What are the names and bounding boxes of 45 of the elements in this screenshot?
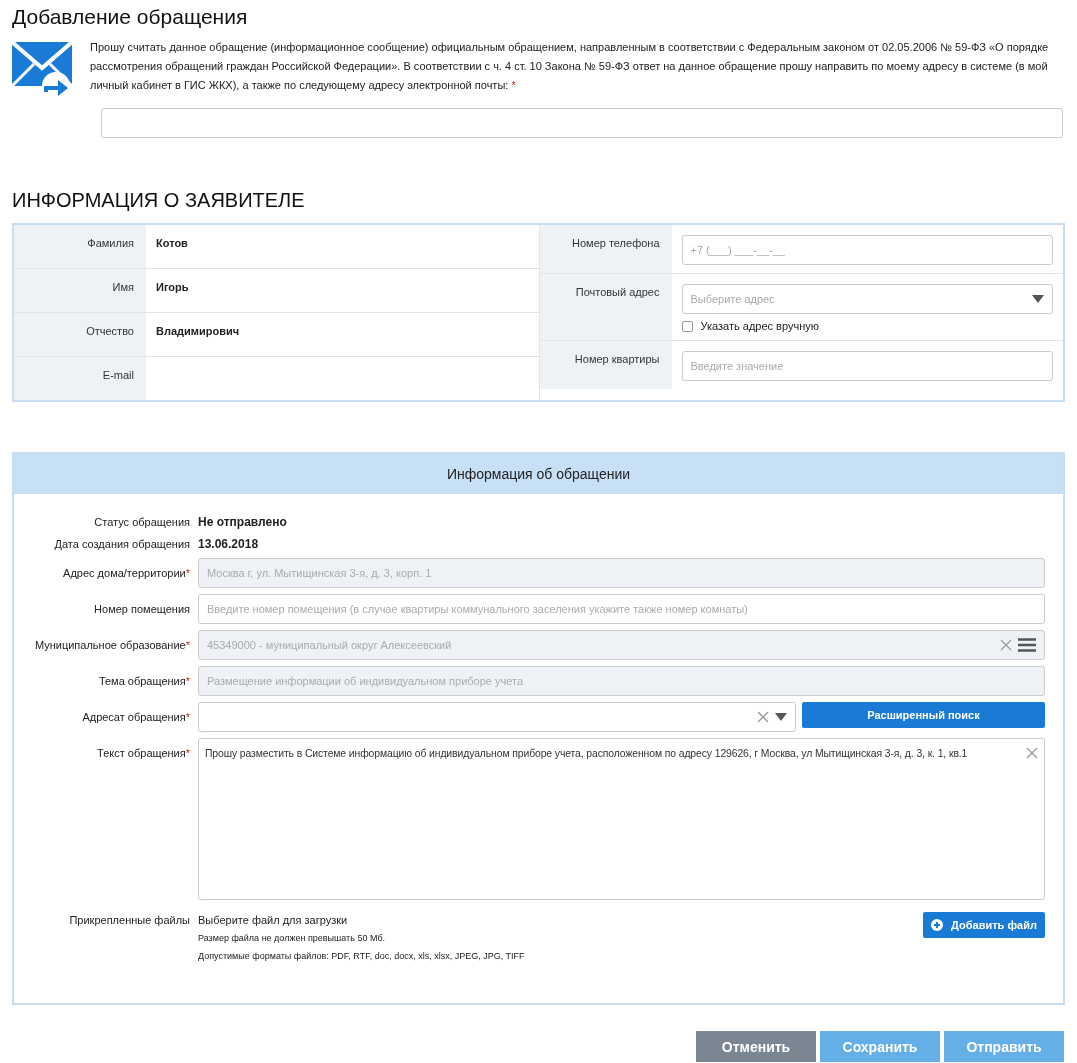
field-label: Номер квартиры — [539, 341, 672, 389]
field-value: Владимирович — [155, 324, 241, 339]
file-note: Допустимые форматы файлов: PDF, RTF, doc, docx, xls, xlsx, JPEG, JPG, TIFF — [198, 950, 526, 963]
advanced-search-button[interactable]: Расширенный поиск — [802, 702, 1045, 728]
plus-icon — [931, 919, 944, 931]
section-title: ИНФОРМАЦИЯ О ЗАЯВИТЕЛЕ — [12, 188, 306, 213]
clear-icon[interactable] — [1026, 747, 1038, 759]
field-label: E-mail — [14, 357, 146, 400]
consent-text: Прошу считать данное обращение (информационное сообщение) официальным обращением, направленным в соответствии с Федеральным законом от 02.05.2006 № 59-ФЗ «О порядке рассмотрения обращений граждан Российской Федерации». В соответствии с ч. 4 ст. 10 Закона № 59-ФЗ ответ на данное обращение прошу направить по моему адресу в системе (в мой личный кабинет в ГИС ЖКХ), а также по следующему адресу электронной почты: * — [90, 40, 1050, 93]
file-note: Размер файла не должен превышать 50 Мб. — [198, 932, 387, 945]
field-label: Текст обращения* — [96, 746, 190, 761]
dropdown-field[interactable]: Выберите адрес — [681, 284, 1053, 314]
field-label: Тема обращения* — [97, 674, 190, 689]
field-label: Прикрепленные файлы — [68, 913, 190, 928]
caret-icon[interactable] — [775, 713, 787, 721]
field-label: Почтовый адрес — [539, 274, 672, 340]
input-field[interactable]: +7 (___) ___-__-__ — [681, 235, 1053, 265]
field-value: 13.06.2018 — [198, 536, 260, 552]
field-label: Фамилия — [14, 225, 146, 268]
checkbox-label: Указать адрес вручную — [700, 320, 819, 332]
field-label: Имя — [14, 269, 146, 312]
field-label: Статус обращения — [93, 515, 190, 530]
caret-icon[interactable] — [1032, 295, 1044, 303]
field-label: Адрес дома/территории* — [62, 566, 190, 581]
text-area[interactable]: Прошу разместить в Системе информацию об индивидуальном приборе учета, расположенном по адресу 129626, г Москва, ул Мытищинская 3-я, д. 3, к. 1, кв.1 — [198, 738, 1045, 900]
input-field[interactable]: Введите значение — [681, 351, 1053, 381]
add-file-button[interactable]: Добавить файл — [923, 912, 1045, 938]
field-label: Номер помещения — [93, 602, 190, 617]
field-value: Не отправлено — [198, 514, 288, 530]
field-label: Муниципальное образование* — [33, 638, 190, 653]
page-title: Добавление обращения — [12, 4, 249, 30]
email-field[interactable] — [101, 108, 1063, 138]
field-label: Адресат обращения* — [81, 710, 190, 725]
clear-icon[interactable] — [757, 711, 769, 723]
input-field[interactable]: Введите номер помещения (в случае квартиры коммунального заселения укажите также номер комнаты) — [198, 594, 1045, 624]
cancel-button[interactable]: Отменить — [696, 1031, 816, 1062]
field-value: Игорь — [155, 280, 190, 295]
field-value: Котов — [155, 236, 189, 251]
panel-header: Информация об обращении — [14, 454, 1063, 494]
field-label: Номер телефона — [539, 225, 672, 273]
field-label: Дата создания обращения — [53, 537, 190, 552]
file-prompt: Выберите файл для загрузки — [198, 913, 349, 928]
dropdown-field[interactable] — [198, 702, 796, 732]
checkbox[interactable] — [681, 320, 693, 332]
field-label: Отчество — [14, 313, 146, 356]
